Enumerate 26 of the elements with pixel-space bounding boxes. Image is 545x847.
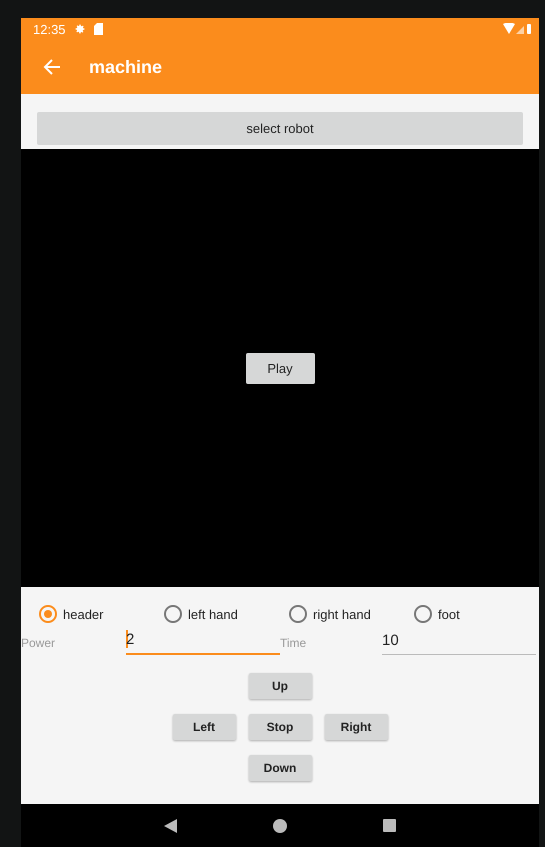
radio-option[interactable]: header bbox=[39, 603, 164, 625]
radio-option[interactable]: foot bbox=[414, 603, 539, 625]
right-button[interactable]: Right bbox=[324, 714, 388, 740]
back-arrow-icon[interactable] bbox=[43, 58, 61, 76]
down-button[interactable]: Down bbox=[248, 755, 312, 781]
input-field[interactable]: 10 bbox=[382, 630, 536, 655]
field-label: Time bbox=[280, 636, 308, 652]
home-icon[interactable] bbox=[273, 818, 287, 832]
left-button[interactable]: Left bbox=[172, 714, 236, 740]
radio-option[interactable]: left hand bbox=[164, 603, 289, 625]
radio-button[interactable] bbox=[164, 605, 182, 623]
status-time: 12:35 bbox=[33, 22, 66, 36]
up-button[interactable]: Up bbox=[248, 673, 312, 699]
back-icon[interactable] bbox=[164, 818, 177, 832]
play-button[interactable]: Play bbox=[246, 352, 314, 384]
screen-title: machine bbox=[89, 56, 162, 78]
radio-button[interactable] bbox=[414, 605, 432, 623]
select-robot-button[interactable]: select robot bbox=[37, 112, 523, 145]
radio-option[interactable]: right hand bbox=[289, 603, 414, 625]
field-label: Power bbox=[21, 636, 56, 652]
sd-card-icon bbox=[94, 23, 103, 35]
gear-icon bbox=[74, 23, 86, 35]
stop-button[interactable]: Stop bbox=[248, 714, 312, 740]
radio-button[interactable] bbox=[289, 605, 307, 623]
radio-button[interactable] bbox=[39, 605, 57, 623]
signal-icons bbox=[503, 23, 531, 35]
